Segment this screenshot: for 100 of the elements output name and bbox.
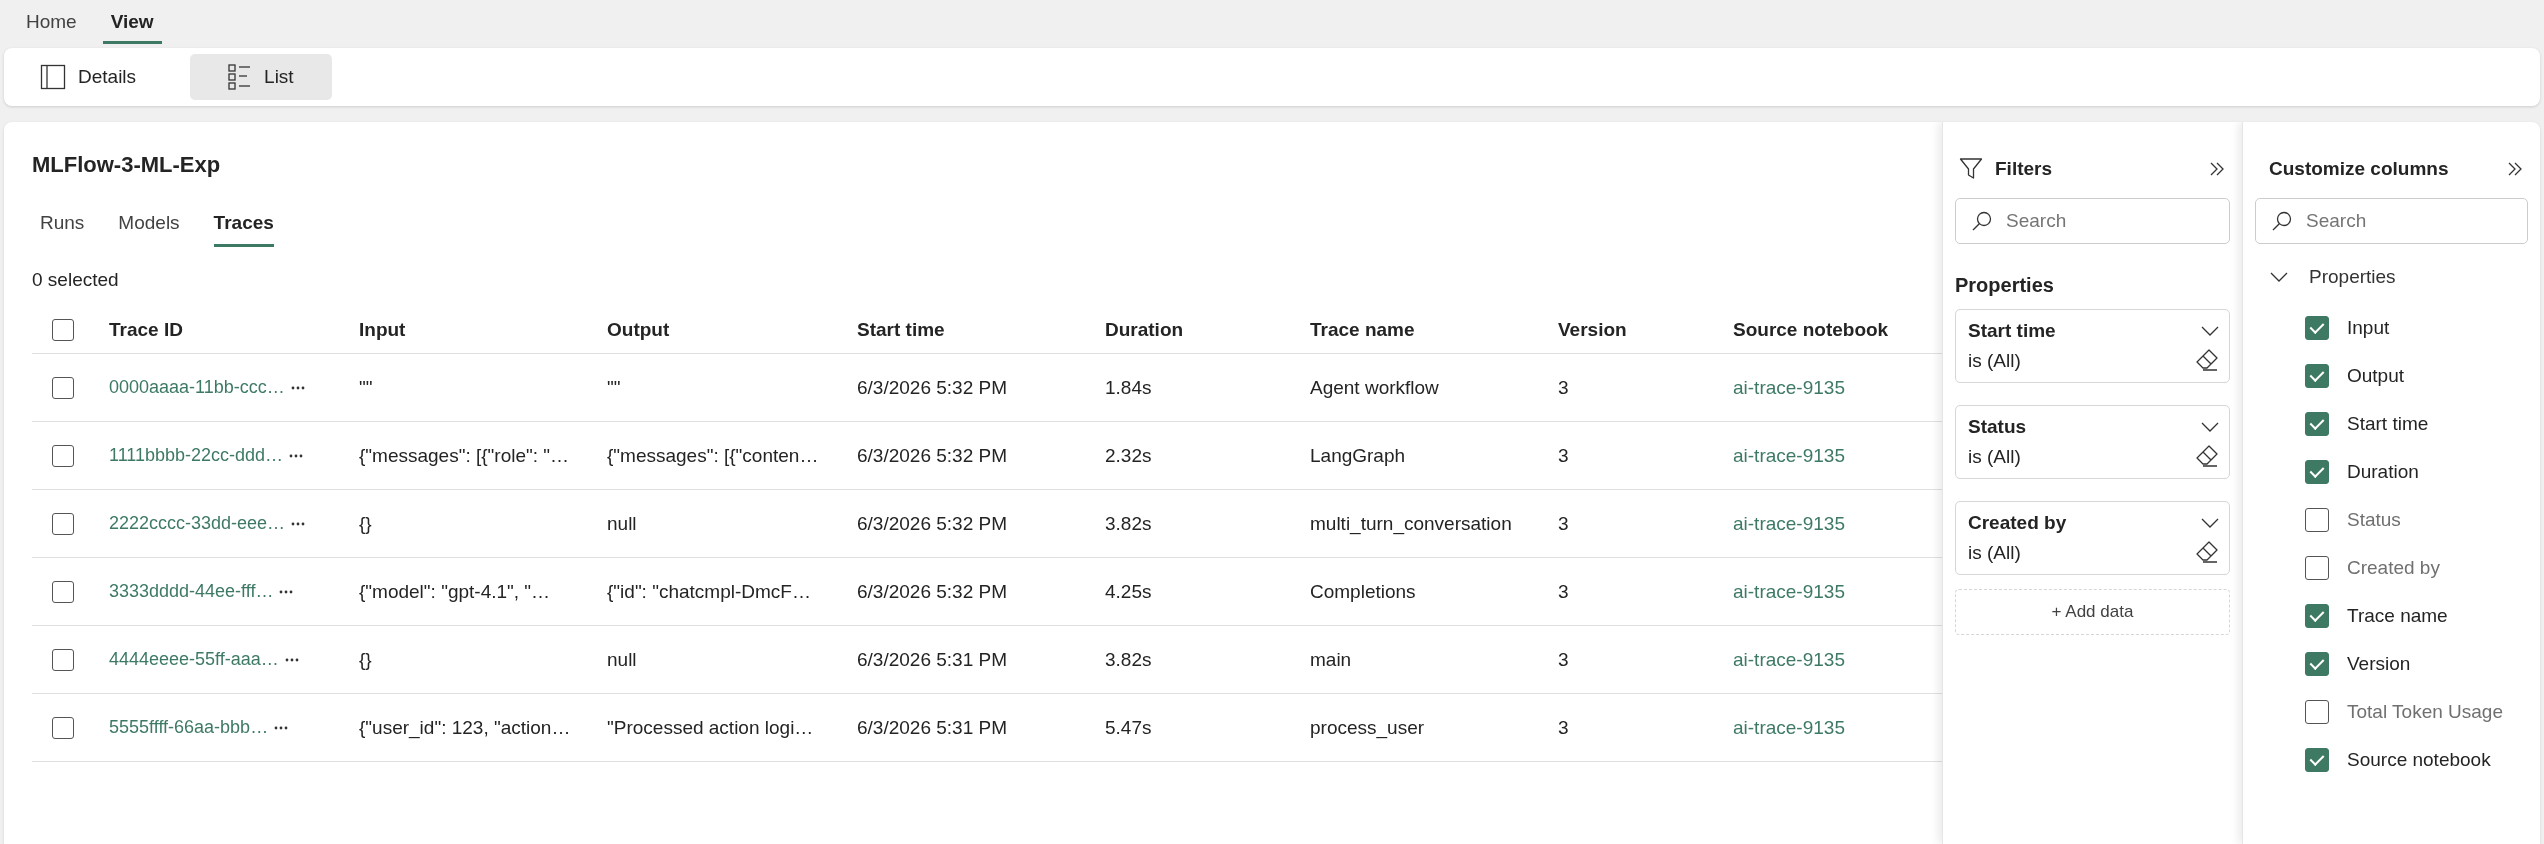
column-option[interactable]: Output <box>2347 365 2405 387</box>
notebook-link[interactable]: ai-trace-9135 <box>1733 716 1845 739</box>
table-cell: Completions <box>1310 580 1416 603</box>
add-data-button[interactable]: + Add data <box>1955 589 2230 635</box>
trace-id-link[interactable]: 5555ffff-66aa-bbb… <box>109 717 269 738</box>
row-checkbox[interactable] <box>52 376 74 399</box>
column-header[interactable]: Input <box>359 319 406 341</box>
row-checkbox[interactable] <box>52 648 74 671</box>
trace-id-link[interactable]: 4444eeee-55ff-aaa… <box>109 649 279 670</box>
table-cell: {} <box>359 512 372 535</box>
search-field[interactable]: Search <box>1955 198 2230 244</box>
row-checkbox[interactable] <box>52 716 74 739</box>
column-option[interactable]: Status <box>2347 509 2401 531</box>
table-cell: 3.82s <box>1105 648 1152 671</box>
more-icon[interactable] <box>284 657 299 662</box>
column-header[interactable]: Version <box>1558 319 1627 341</box>
notebook-link[interactable]: ai-trace-9135 <box>1733 376 1845 399</box>
column-checkbox[interactable] <box>2305 412 2329 436</box>
column-checkbox[interactable] <box>2305 460 2329 484</box>
table-cell: 5.47s <box>1105 716 1152 739</box>
column-header[interactable]: Output <box>607 319 670 341</box>
notebook-link[interactable]: ai-trace-9135 <box>1733 580 1845 603</box>
table-cell: 3.82s <box>1105 512 1152 535</box>
column-option[interactable]: Total Token Usage <box>2347 701 2503 723</box>
table-cell: null <box>607 648 637 671</box>
column-checkbox[interactable] <box>2305 316 2329 340</box>
more-icon[interactable] <box>290 385 305 390</box>
column-header[interactable]: Trace ID <box>109 319 183 341</box>
notebook-link[interactable]: ai-trace-9135 <box>1733 512 1845 535</box>
search-field[interactable]: Search <box>2255 198 2528 244</box>
table-cell: LangGraph <box>1310 444 1406 467</box>
tab[interactable]: Runs <box>40 206 85 247</box>
table-cell: 6/3/2026 5:31 PM <box>857 648 1007 671</box>
column-option[interactable]: Start time <box>2347 413 2429 435</box>
collapse-icon[interactable] <box>2208 160 2226 178</box>
panel-title: Customize columns <box>2269 158 2450 180</box>
ribbon-tab[interactable]: View <box>102 11 162 44</box>
group-toggle[interactable]: Properties <box>2269 266 2396 288</box>
tab[interactable]: Traces <box>213 206 274 247</box>
column-header[interactable]: Source notebook <box>1733 319 1889 341</box>
column-option[interactable]: Version <box>2347 653 2411 675</box>
notebook-link[interactable]: ai-trace-9135 <box>1733 648 1845 671</box>
trace-id-link[interactable]: 2222cccc-33dd-eee… <box>109 513 286 534</box>
column-header[interactable]: Trace name <box>1310 319 1415 341</box>
filter-card[interactable]: Status is (All) <box>1955 405 2230 479</box>
column-checkbox[interactable] <box>2305 748 2329 772</box>
filter-value: is (All) <box>1968 446 2022 468</box>
column-checkbox[interactable] <box>2305 604 2329 628</box>
select-all-checkbox[interactable] <box>52 319 74 341</box>
eraser-icon[interactable] <box>2195 348 2219 372</box>
row-checkbox[interactable] <box>52 580 74 603</box>
filter-label: Start time <box>1968 320 2057 342</box>
filter-label: Created by <box>1968 512 2068 534</box>
trace-id-link[interactable]: 3333dddd-44ee-fff… <box>109 581 274 602</box>
more-icon[interactable] <box>274 725 289 730</box>
trace-id-link[interactable]: 1111bbbb-22cc-ddd… <box>109 445 284 466</box>
chevron-down-icon[interactable] <box>2201 518 2219 528</box>
chevron-down-icon[interactable] <box>2201 422 2219 432</box>
trace-id-link[interactable]: 0000aaaa-11bb-ccc… <box>109 377 285 398</box>
panel-icon <box>40 64 66 90</box>
filter-label: Status <box>1968 416 2028 438</box>
experiment-title: MLFlow-3-ML-Exp <box>32 152 222 178</box>
collapse-icon[interactable] <box>2506 160 2524 178</box>
column-header[interactable]: Start time <box>857 319 945 341</box>
column-checkbox[interactable] <box>2305 556 2329 580</box>
column-option[interactable]: Created by <box>2347 557 2440 579</box>
column-checkbox[interactable] <box>2305 700 2329 724</box>
eraser-icon[interactable] <box>2195 540 2219 564</box>
chevron-down-icon[interactable] <box>2201 326 2219 336</box>
table-cell: null <box>607 512 637 535</box>
column-option[interactable]: Input <box>2347 317 2390 339</box>
tab[interactable]: Models <box>118 206 180 247</box>
column-option[interactable]: Source notebook <box>2347 749 2491 771</box>
more-icon[interactable] <box>289 453 304 458</box>
filter-card[interactable]: Start time is (All) <box>1955 309 2230 383</box>
column-checkbox[interactable] <box>2305 508 2329 532</box>
view-button[interactable]: Details <box>36 54 173 100</box>
more-icon[interactable] <box>279 589 294 594</box>
filter-card[interactable]: Created by is (All) <box>1955 501 2230 575</box>
column-option[interactable]: Trace name <box>2347 605 2448 627</box>
table-cell: 6/3/2026 5:31 PM <box>857 716 1007 739</box>
table-cell: Agent workflow <box>1310 376 1439 399</box>
eraser-icon[interactable] <box>2195 444 2219 468</box>
row-checkbox[interactable] <box>52 512 74 535</box>
ribbon-tab[interactable]: Home <box>18 11 85 44</box>
table-cell: 2.32s <box>1105 444 1152 467</box>
column-checkbox[interactable] <box>2305 364 2329 388</box>
table-cell: {"user_id": 123, "action… <box>359 716 571 739</box>
column-header[interactable]: Duration <box>1105 319 1184 341</box>
column-checkbox[interactable] <box>2305 652 2329 676</box>
table-cell: 3 <box>1558 512 1569 535</box>
column-option[interactable]: Duration <box>2347 461 2419 483</box>
filter-value: is (All) <box>1968 542 2022 564</box>
more-icon[interactable] <box>291 521 306 526</box>
notebook-link[interactable]: ai-trace-9135 <box>1733 444 1845 467</box>
view-button[interactable]: List <box>190 54 332 100</box>
table-cell: process_user <box>1310 716 1425 739</box>
table-cell: 6/3/2026 5:32 PM <box>857 512 1007 535</box>
filter-icon <box>1959 157 1983 181</box>
row-checkbox[interactable] <box>52 444 74 467</box>
